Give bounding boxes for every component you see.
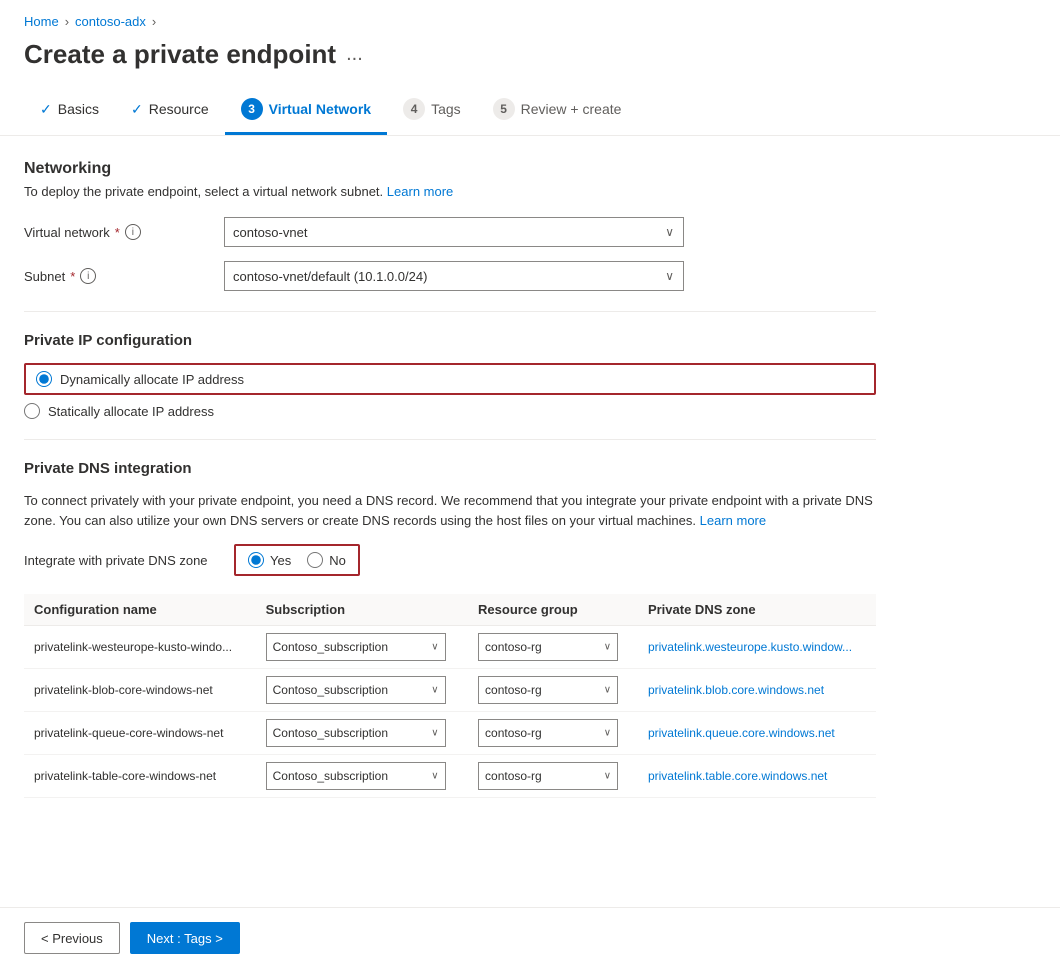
tab-review-create-number: 5: [493, 98, 515, 120]
private-dns-title: Private DNS integration: [24, 460, 876, 477]
private-ip-radio-group: Dynamically allocate IP address Statical…: [24, 363, 876, 419]
integrate-dns-yes[interactable]: Yes: [248, 552, 291, 568]
dns-subscription-select-1[interactable]: Contoso_subscription: [266, 676, 446, 704]
integrate-dns-yes-label: Yes: [270, 553, 291, 568]
dns-col-resource-group: Resource group: [468, 594, 638, 626]
dns-resource-group-select-0[interactable]: contoso-rg: [478, 633, 618, 661]
main-content: Networking To deploy the private endpoin…: [0, 136, 900, 822]
integrate-dns-label: Integrate with private DNS zone: [24, 553, 224, 568]
tab-basics[interactable]: ✓ Basics: [24, 89, 115, 133]
dns-subscription-select-0[interactable]: Contoso_subscription: [266, 633, 446, 661]
radio-dynamic-input[interactable]: [36, 371, 52, 387]
virtual-network-info-icon[interactable]: i: [125, 224, 141, 240]
next-button[interactable]: Next : Tags >: [130, 922, 240, 954]
dns-subscription-select-2[interactable]: Contoso_subscription: [266, 719, 446, 747]
tab-review-create-label: Review + create: [521, 101, 622, 117]
dns-table-body: privatelink-westeurope-kusto-windo... Co…: [24, 626, 876, 798]
previous-button[interactable]: < Previous: [24, 922, 120, 954]
page-title: Create a private endpoint: [24, 39, 336, 70]
dns-resource-group-select-3[interactable]: contoso-rg: [478, 762, 618, 790]
dns-table-row: privatelink-westeurope-kusto-windo... Co…: [24, 626, 876, 669]
dns-config-name-3: privatelink-table-core-windows-net: [24, 755, 256, 798]
integrate-dns-row: Integrate with private DNS zone Yes No: [24, 544, 876, 576]
tab-basics-check-icon: ✓: [40, 101, 52, 118]
wizard-tabs: ✓ Basics ✓ Resource 3 Virtual Network 4 …: [0, 86, 1060, 136]
subnet-label: Subnet * i: [24, 268, 224, 284]
virtual-network-row: Virtual network * i contoso-vnet: [24, 217, 876, 247]
virtual-network-select[interactable]: contoso-vnet: [224, 217, 684, 247]
dns-resource-group-cell-2: contoso-rg ∨: [468, 712, 638, 755]
dns-subscription-cell-0: Contoso_subscription ∨: [256, 626, 468, 669]
virtual-network-label: Virtual network * i: [24, 224, 224, 240]
divider-2: [24, 439, 876, 440]
dns-resource-group-cell-1: contoso-rg ∨: [468, 669, 638, 712]
tab-resource[interactable]: ✓ Resource: [115, 89, 225, 133]
dns-table-row: privatelink-blob-core-windows-net Contos…: [24, 669, 876, 712]
dns-resource-group-cell-0: contoso-rg ∨: [468, 626, 638, 669]
integrate-dns-no-input[interactable]: [307, 552, 323, 568]
subnet-info-icon[interactable]: i: [80, 268, 96, 284]
tab-tags-number: 4: [403, 98, 425, 120]
dns-zone-name-1: privatelink.blob.core.windows.net: [638, 669, 876, 712]
dns-resource-group-cell-3: contoso-rg ∨: [468, 755, 638, 798]
dns-col-zone: Private DNS zone: [638, 594, 876, 626]
dns-col-config: Configuration name: [24, 594, 256, 626]
dns-subscription-cell-1: Contoso_subscription ∨: [256, 669, 468, 712]
dns-subscription-select-3[interactable]: Contoso_subscription: [266, 762, 446, 790]
virtual-network-select-wrapper: contoso-vnet: [224, 217, 684, 247]
radio-dynamic-label: Dynamically allocate IP address: [60, 372, 244, 387]
tab-tags[interactable]: 4 Tags: [387, 86, 477, 135]
dns-resource-group-select-2[interactable]: contoso-rg: [478, 719, 618, 747]
tab-basics-label: Basics: [58, 101, 99, 117]
dns-table-row: privatelink-table-core-windows-net Conto…: [24, 755, 876, 798]
networking-learn-more[interactable]: Learn more: [387, 184, 453, 199]
dns-table-row: privatelink-queue-core-windows-net Conto…: [24, 712, 876, 755]
dns-table-head: Configuration name Subscription Resource…: [24, 594, 876, 626]
breadcrumb-home[interactable]: Home: [24, 14, 59, 29]
radio-static-label: Statically allocate IP address: [48, 404, 214, 419]
private-ip-title: Private IP configuration: [24, 332, 876, 349]
integrate-dns-no-label: No: [329, 553, 346, 568]
private-dns-desc: To connect privately with your private e…: [24, 491, 876, 530]
radio-dynamic[interactable]: Dynamically allocate IP address: [24, 363, 876, 395]
footer: < Previous Next : Tags >: [0, 907, 1060, 968]
breadcrumb-contoso[interactable]: contoso-adx: [75, 14, 146, 29]
subnet-select-wrapper: contoso-vnet/default (10.1.0.0/24): [224, 261, 684, 291]
tab-resource-check-icon: ✓: [131, 101, 143, 118]
tab-virtual-network-label: Virtual Network: [269, 101, 371, 117]
page-title-menu[interactable]: ...: [346, 43, 363, 66]
dns-learn-more[interactable]: Learn more: [700, 513, 766, 528]
subnet-select[interactable]: contoso-vnet/default (10.1.0.0/24): [224, 261, 684, 291]
dns-subscription-cell-3: Contoso_subscription ∨: [256, 755, 468, 798]
dns-resource-group-select-1[interactable]: contoso-rg: [478, 676, 618, 704]
dns-col-subscription: Subscription: [256, 594, 468, 626]
tab-review-create[interactable]: 5 Review + create: [477, 86, 638, 135]
dns-zone-name-3: privatelink.table.core.windows.net: [638, 755, 876, 798]
page-title-row: Create a private endpoint ...: [0, 35, 1060, 86]
tab-virtual-network[interactable]: 3 Virtual Network: [225, 86, 387, 135]
tab-virtual-network-number: 3: [241, 98, 263, 120]
subnet-row: Subnet * i contoso-vnet/default (10.1.0.…: [24, 261, 876, 291]
radio-static-input[interactable]: [24, 403, 40, 419]
integrate-dns-no[interactable]: No: [307, 552, 346, 568]
breadcrumb: Home › contoso-adx ›: [0, 0, 1060, 35]
dns-config-name-2: privatelink-queue-core-windows-net: [24, 712, 256, 755]
dns-zone-name-2: privatelink.queue.core.windows.net: [638, 712, 876, 755]
dns-config-name-1: privatelink-blob-core-windows-net: [24, 669, 256, 712]
radio-static[interactable]: Statically allocate IP address: [24, 403, 876, 419]
networking-desc: To deploy the private endpoint, select a…: [24, 184, 876, 199]
networking-title: Networking: [24, 160, 876, 178]
divider-1: [24, 311, 876, 312]
dns-config-name-0: privatelink-westeurope-kusto-windo...: [24, 626, 256, 669]
tab-resource-label: Resource: [149, 101, 209, 117]
dns-table: Configuration name Subscription Resource…: [24, 594, 876, 798]
integrate-dns-options: Yes No: [234, 544, 360, 576]
dns-subscription-cell-2: Contoso_subscription ∨: [256, 712, 468, 755]
tab-tags-label: Tags: [431, 101, 461, 117]
dns-zone-name-0: privatelink.westeurope.kusto.window...: [638, 626, 876, 669]
integrate-dns-yes-input[interactable]: [248, 552, 264, 568]
